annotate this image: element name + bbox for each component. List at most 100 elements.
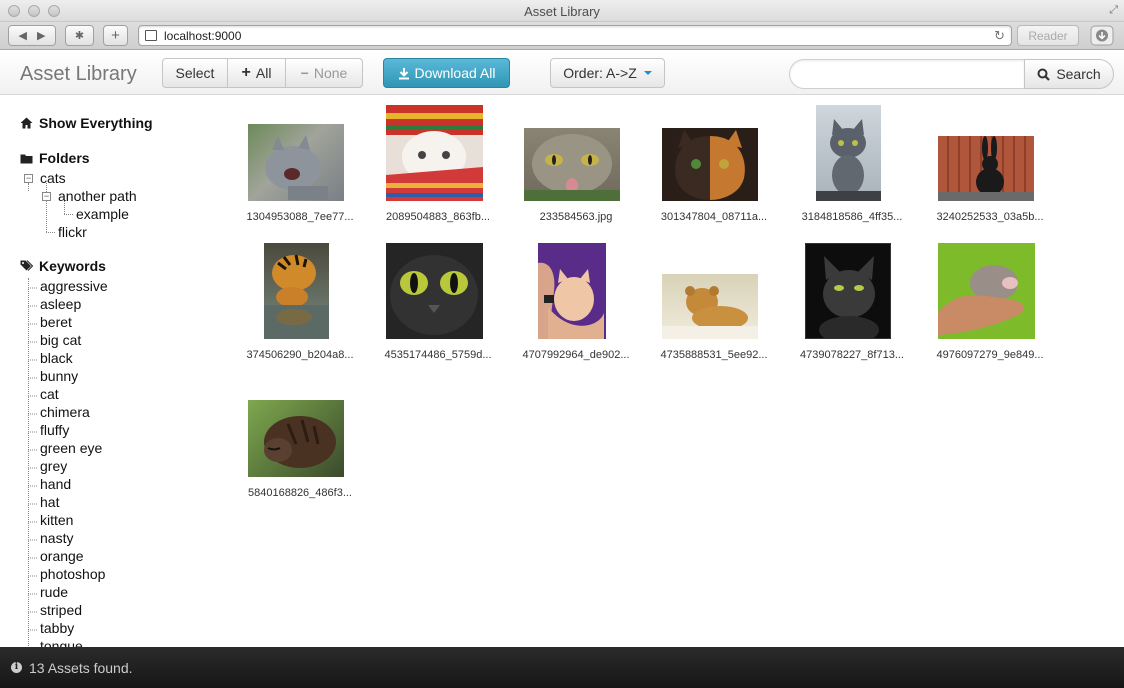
select-none-button[interactable]: − None [285,58,363,88]
keyword-photoshop[interactable]: photoshop [40,566,105,582]
asset-thumbnail[interactable] [662,128,758,201]
keyword-hat[interactable]: hat [40,494,59,510]
asset-thumbnail[interactable] [816,105,881,201]
asset-tile[interactable]: 4535174486_5759d... [381,236,495,366]
downloads-button[interactable] [1090,25,1114,46]
back-forward-buttons[interactable]: ◀ ▶ [8,25,56,46]
black-cat-portrait-icon [819,256,879,338]
asset-thumbnail[interactable] [248,124,344,201]
browser-toolbar: ◀ ▶ ✱ + localhost:9000 ↻ Reader [0,22,1124,50]
asset-tile[interactable]: 4707992964_de902... [519,236,633,366]
grey-cat-hissing-icon [265,135,328,200]
asset-tile[interactable]: 301347804_08711a... [657,98,771,228]
asset-thumbnail[interactable] [805,243,891,339]
asset-thumbnail[interactable] [538,243,606,339]
keyword-hand[interactable]: hand [40,476,71,492]
tree-connector [46,232,55,233]
keyword-nasty[interactable]: nasty [40,530,73,546]
white-cat-in-hat-icon [386,105,483,201]
search-button[interactable]: Search [1024,59,1114,89]
keyword-tabby[interactable]: tabby [40,620,74,636]
tiger-drinking-icon [264,254,329,339]
keyword-striped[interactable]: striped [40,602,82,618]
asset-thumbnail[interactable] [662,274,758,339]
plus-icon: + [111,27,120,44]
window-titlebar: Asset Library ⤢ [0,0,1124,22]
extensions-button[interactable]: ✱ [65,25,94,46]
asset-thumbnail[interactable] [386,243,483,339]
status-text: 13 Assets found. [29,660,133,676]
asset-filename: 1304953088_7ee77... [246,211,354,223]
keyword-black[interactable]: black [40,350,73,366]
address-bar[interactable]: localhost:9000 ↻ [138,25,1012,46]
keyword-beret[interactable]: beret [40,314,72,330]
select-all-label: All [255,65,272,81]
show-everything-link[interactable]: Show Everything [20,115,153,131]
keyword-cat[interactable]: cat [40,386,59,402]
asset-filename: 301347804_08711a... [660,211,768,223]
select-all-button[interactable]: + All [227,58,286,88]
app-brand[interactable]: Asset Library [20,63,137,86]
keyword-tongue[interactable]: tongue [40,638,83,647]
asset-tile[interactable]: 4739078227_8f713... [795,236,909,366]
folder-another-path[interactable]: another path [58,188,137,204]
keyword-grey[interactable]: grey [40,458,67,474]
asset-tile[interactable]: 4735888531_5ee92... [657,236,771,366]
select-label: Select [175,65,215,81]
asset-thumbnail[interactable] [524,128,620,201]
order-dropdown[interactable]: Order: A->Z [550,58,665,88]
keywords-title: Keywords [39,258,106,274]
keyword-aggressive[interactable]: aggressive [40,278,108,294]
newborn-kitten-hand-icon [938,265,1025,335]
asset-tile[interactable]: 233584563.jpg [519,98,633,228]
asset-tile[interactable]: 5840168826_486f3... [243,374,357,504]
asset-thumbnail[interactable] [248,400,344,477]
select-button[interactable]: Select [162,58,228,88]
download-icon [398,67,409,79]
folder-cats[interactable]: cats [40,170,66,186]
asset-thumbnail[interactable] [938,136,1034,201]
search-input[interactable] [789,59,1025,89]
reader-button[interactable]: Reader [1017,25,1079,46]
asset-tile[interactable]: 3184818586_4ff35... [795,98,909,228]
keyword-asleep[interactable]: asleep [40,296,81,312]
keyword-bunny[interactable]: bunny [40,368,78,384]
keyword-fluffy[interactable]: fluffy [40,422,69,438]
download-all-button[interactable]: Download All [383,58,510,88]
asset-filename: 4739078227_8f713... [800,349,904,361]
reload-icon[interactable]: ↻ [994,28,1005,44]
plus-icon: + [241,64,251,81]
folder-flickr[interactable]: flickr [58,224,87,240]
asset-thumbnail[interactable] [386,105,483,201]
asset-thumbnail[interactable] [264,243,329,339]
keyword-chimera[interactable]: chimera [40,404,90,420]
folder-example[interactable]: example [76,206,129,222]
keyword-orange[interactable]: orange [40,548,84,564]
asset-filename: 374506290_b204a8... [246,349,354,361]
tabby-cat-tongue-icon [524,134,620,201]
puzzle-icon: ✱ [74,30,85,42]
asset-tile[interactable]: 4976097279_9e849... [933,236,1047,366]
asset-tile[interactable]: 374506290_b204a8... [243,236,357,366]
keyword-big-cat[interactable]: big cat [40,332,81,348]
asset-tile[interactable]: 2089504883_863fb... [381,98,495,228]
fullscreen-icon[interactable]: ⤢ [1109,4,1118,17]
keyword-rude[interactable]: rude [40,584,68,600]
back-icon[interactable]: ◀ [19,29,27,42]
keyword-green-eye[interactable]: green eye [40,440,102,456]
folders-title: Folders [39,150,90,166]
chimera-cat-icon [675,130,745,200]
url-text[interactable]: localhost:9000 [164,29,241,43]
info-icon: i [11,662,22,673]
new-tab-button[interactable]: + [103,25,128,46]
forward-icon[interactable]: ▶ [37,29,45,42]
collapse-icon[interactable]: − [24,174,33,183]
collapse-icon[interactable]: − [42,192,51,201]
asset-tile[interactable]: 1304953088_7ee77... [243,98,357,228]
keyword-kitten[interactable]: kitten [40,512,73,528]
window-title: Asset Library [524,4,600,19]
folders-heading: Folders [20,150,90,166]
asset-thumbnail[interactable] [938,243,1035,339]
asset-tile[interactable]: 3240252533_03a5b... [933,98,1047,228]
tree-connector [28,183,29,191]
